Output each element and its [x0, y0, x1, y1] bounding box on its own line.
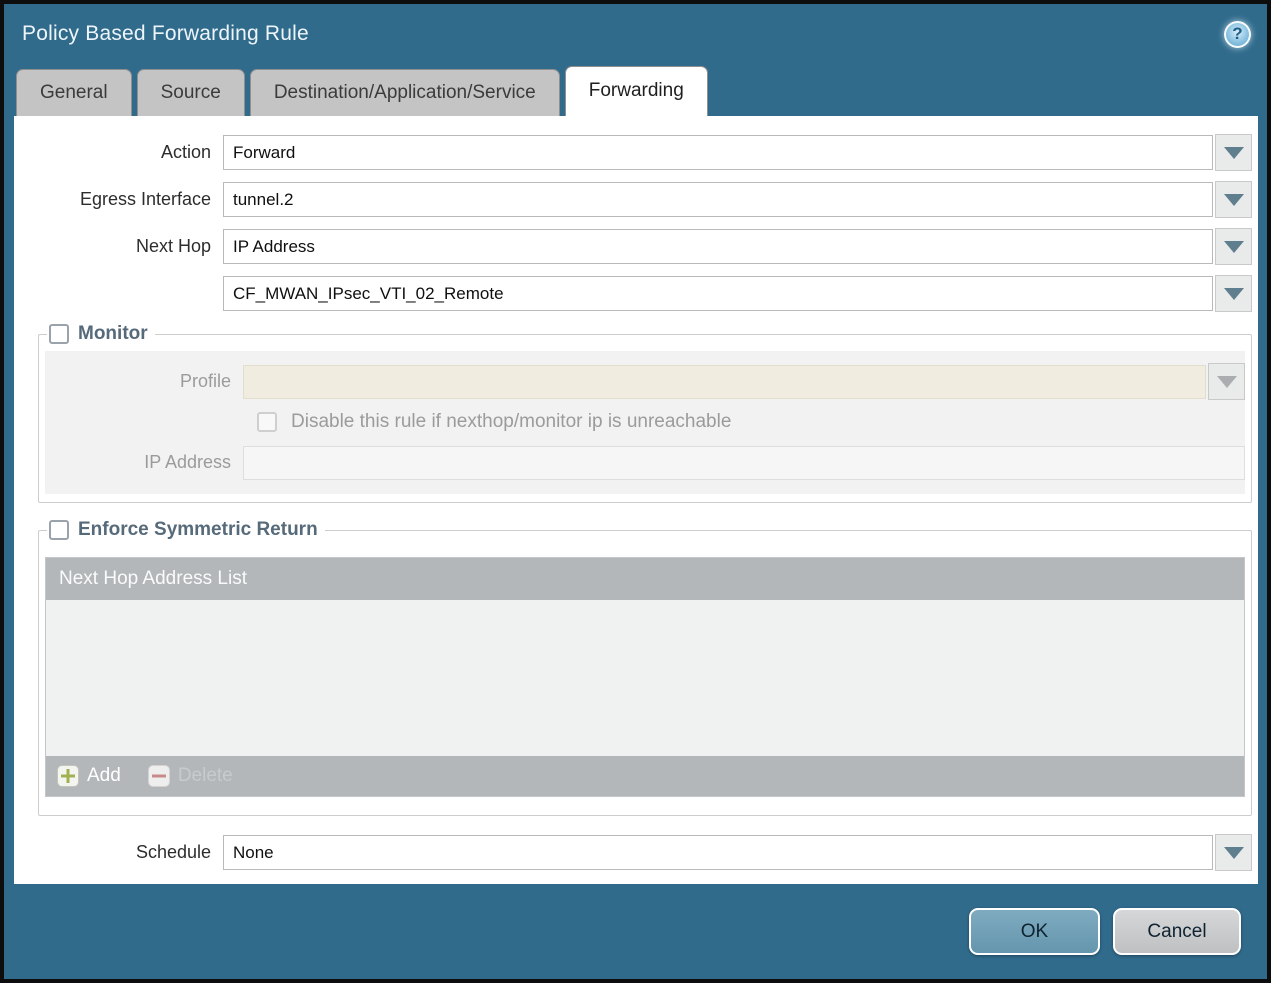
monitor-panel: Profile Disable this rule if nexthop/mon…	[45, 351, 1245, 494]
action-row: Action Forward	[14, 135, 1252, 170]
next-hop-row: Next Hop IP Address	[14, 229, 1252, 264]
profile-select[interactable]	[243, 365, 1206, 399]
next-hop-address-list-body[interactable]	[46, 600, 1244, 756]
symmetric-return-legend-label: Enforce Symmetric Return	[78, 519, 318, 541]
tab-general[interactable]: General	[16, 69, 132, 116]
enforce-symmetric-return-checkbox[interactable]	[49, 520, 69, 540]
titlebar: Policy Based Forwarding Rule ?	[4, 4, 1267, 64]
chevron-down-icon	[1224, 241, 1244, 253]
add-button-label: Add	[87, 765, 121, 787]
action-select[interactable]: Forward	[223, 135, 1213, 170]
minus-icon	[148, 765, 170, 787]
monitor-checkbox[interactable]	[49, 324, 69, 344]
schedule-row: Schedule None	[14, 835, 1252, 870]
symmetric-return-section: Enforce Symmetric Return Next Hop Addres…	[38, 519, 1252, 816]
action-dropdown-button[interactable]	[1215, 134, 1252, 171]
profile-dropdown-button	[1208, 363, 1245, 400]
chevron-down-icon	[1224, 288, 1244, 300]
tab-bar: General Source Destination/Application/S…	[4, 64, 1267, 116]
schedule-select[interactable]: None	[223, 835, 1213, 870]
next-hop-type-dropdown-button[interactable]	[1215, 228, 1252, 265]
next-hop-type-select[interactable]: IP Address	[223, 229, 1213, 264]
egress-interface-dropdown-button[interactable]	[1215, 181, 1252, 218]
disable-rule-row: Disable this rule if nexthop/monitor ip …	[257, 411, 1245, 433]
forwarding-tab-panel: Action Forward Egress Interface tunnel.2…	[14, 116, 1258, 884]
chevron-down-icon	[1217, 376, 1237, 388]
egress-interface-label: Egress Interface	[14, 189, 223, 210]
monitor-ip-label: IP Address	[45, 452, 243, 473]
dialog-footer: OK Cancel	[4, 884, 1267, 979]
next-hop-address-list-header: Next Hop Address List	[46, 558, 1244, 600]
chevron-down-icon	[1224, 847, 1244, 859]
chevron-down-icon	[1224, 147, 1244, 159]
chevron-down-icon	[1224, 194, 1244, 206]
delete-button: Delete	[148, 765, 233, 787]
monitor-ip-row: IP Address	[45, 445, 1245, 480]
help-icon[interactable]: ?	[1224, 21, 1251, 48]
symmetric-return-legend: Enforce Symmetric Return	[47, 519, 325, 541]
tab-forwarding[interactable]: Forwarding	[565, 66, 708, 116]
dialog-title: Policy Based Forwarding Rule	[22, 22, 309, 46]
schedule-dropdown-button[interactable]	[1215, 834, 1252, 871]
action-label: Action	[14, 142, 223, 163]
egress-interface-select[interactable]: tunnel.2	[223, 182, 1213, 217]
tab-destination-application-service[interactable]: Destination/Application/Service	[250, 69, 560, 116]
egress-interface-row: Egress Interface tunnel.2	[14, 182, 1252, 217]
next-hop-address-select[interactable]: CF_MWAN_IPsec_VTI_02_Remote	[223, 276, 1213, 311]
content-wrap: Action Forward Egress Interface tunnel.2…	[4, 116, 1267, 884]
delete-button-label: Delete	[178, 765, 233, 787]
tab-source[interactable]: Source	[137, 69, 245, 116]
monitor-legend-label: Monitor	[78, 323, 148, 345]
plus-icon	[57, 765, 79, 787]
ok-button[interactable]: OK	[969, 908, 1100, 955]
add-button[interactable]: Add	[57, 765, 121, 787]
next-hop-address-row: CF_MWAN_IPsec_VTI_02_Remote	[14, 276, 1252, 311]
next-hop-address-table: Next Hop Address List Add	[45, 557, 1245, 797]
cancel-button[interactable]: Cancel	[1113, 908, 1241, 955]
next-hop-label: Next Hop	[14, 236, 223, 257]
table-footer-toolbar: Add Delete	[46, 756, 1244, 796]
monitor-ip-input	[243, 446, 1245, 480]
disable-rule-label: Disable this rule if nexthop/monitor ip …	[291, 411, 731, 433]
profile-label: Profile	[45, 371, 243, 392]
next-hop-address-dropdown-button[interactable]	[1215, 275, 1252, 312]
profile-row: Profile	[45, 364, 1245, 399]
monitor-section: Monitor Profile Disable this rule if nex…	[38, 323, 1252, 503]
schedule-label: Schedule	[14, 842, 223, 863]
disable-rule-checkbox	[257, 412, 277, 432]
monitor-legend: Monitor	[47, 323, 155, 345]
pbf-rule-dialog: Policy Based Forwarding Rule ? General S…	[0, 0, 1271, 983]
